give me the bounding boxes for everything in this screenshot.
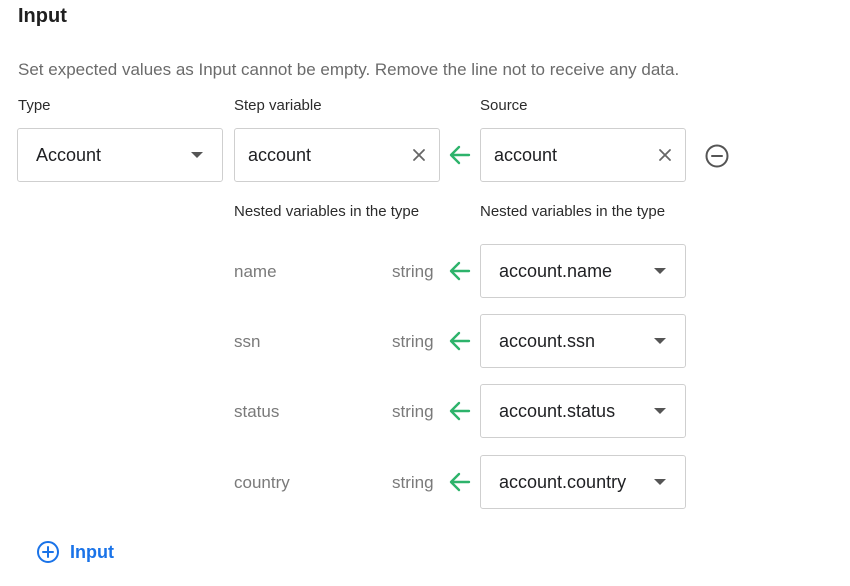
- nested-source-select[interactable]: account.country: [480, 455, 686, 509]
- nested-source-select[interactable]: account.name: [480, 244, 686, 298]
- nested-source-value: account.name: [499, 260, 613, 281]
- minus-circle-icon[interactable]: [704, 143, 730, 169]
- chevron-down-icon: [654, 479, 666, 485]
- nested-source-value: account.ssn: [499, 330, 596, 351]
- nested-source-value: account.country: [499, 471, 627, 492]
- nested-variable-type: string: [392, 262, 434, 281]
- nested-source-select[interactable]: account.status: [480, 384, 686, 438]
- nested-variable-name: country: [234, 473, 290, 492]
- close-icon[interactable]: [408, 144, 430, 166]
- nested-variable-type: string: [392, 402, 434, 421]
- arrow-left-icon: [447, 258, 473, 284]
- close-icon[interactable]: [654, 144, 676, 166]
- chevron-down-icon: [191, 152, 203, 158]
- section-title: Input: [18, 5, 67, 27]
- step-variable-input[interactable]: account: [234, 128, 440, 182]
- nested-source-select[interactable]: account.ssn: [480, 314, 686, 368]
- step-variable-column-label: Step variable: [234, 97, 322, 114]
- arrow-left-icon: [447, 328, 473, 354]
- type-select-value: Account: [36, 144, 102, 165]
- nested-variable-type: string: [392, 332, 434, 351]
- nested-variable-name: ssn: [234, 332, 261, 351]
- plus-circle-icon: [36, 540, 60, 564]
- add-input-button[interactable]: Input: [36, 540, 114, 564]
- arrow-left-icon: [447, 469, 473, 495]
- chevron-down-icon: [654, 268, 666, 274]
- chevron-down-icon: [654, 338, 666, 344]
- nested-variable-name: status: [234, 402, 280, 421]
- arrow-left-icon: [447, 398, 473, 424]
- nested-variables-header: Nested variables in the type: [234, 203, 420, 220]
- nested-variable-name: name: [234, 262, 277, 281]
- nested-source-value: account.status: [499, 400, 616, 421]
- source-input[interactable]: account: [480, 128, 686, 182]
- type-column-label: Type: [18, 97, 51, 114]
- nested-variable-type: string: [392, 473, 434, 492]
- chevron-down-icon: [654, 408, 666, 414]
- step-variable-value: account: [248, 144, 312, 165]
- nested-sources-header: Nested variables in the type: [480, 203, 666, 220]
- add-input-label: Input: [70, 541, 114, 562]
- section-description: Set expected values as Input cannot be e…: [18, 60, 680, 79]
- source-value: account: [494, 144, 558, 165]
- source-column-label: Source: [480, 97, 528, 114]
- type-select[interactable]: Account: [17, 128, 223, 182]
- arrow-left-icon: [447, 142, 473, 168]
